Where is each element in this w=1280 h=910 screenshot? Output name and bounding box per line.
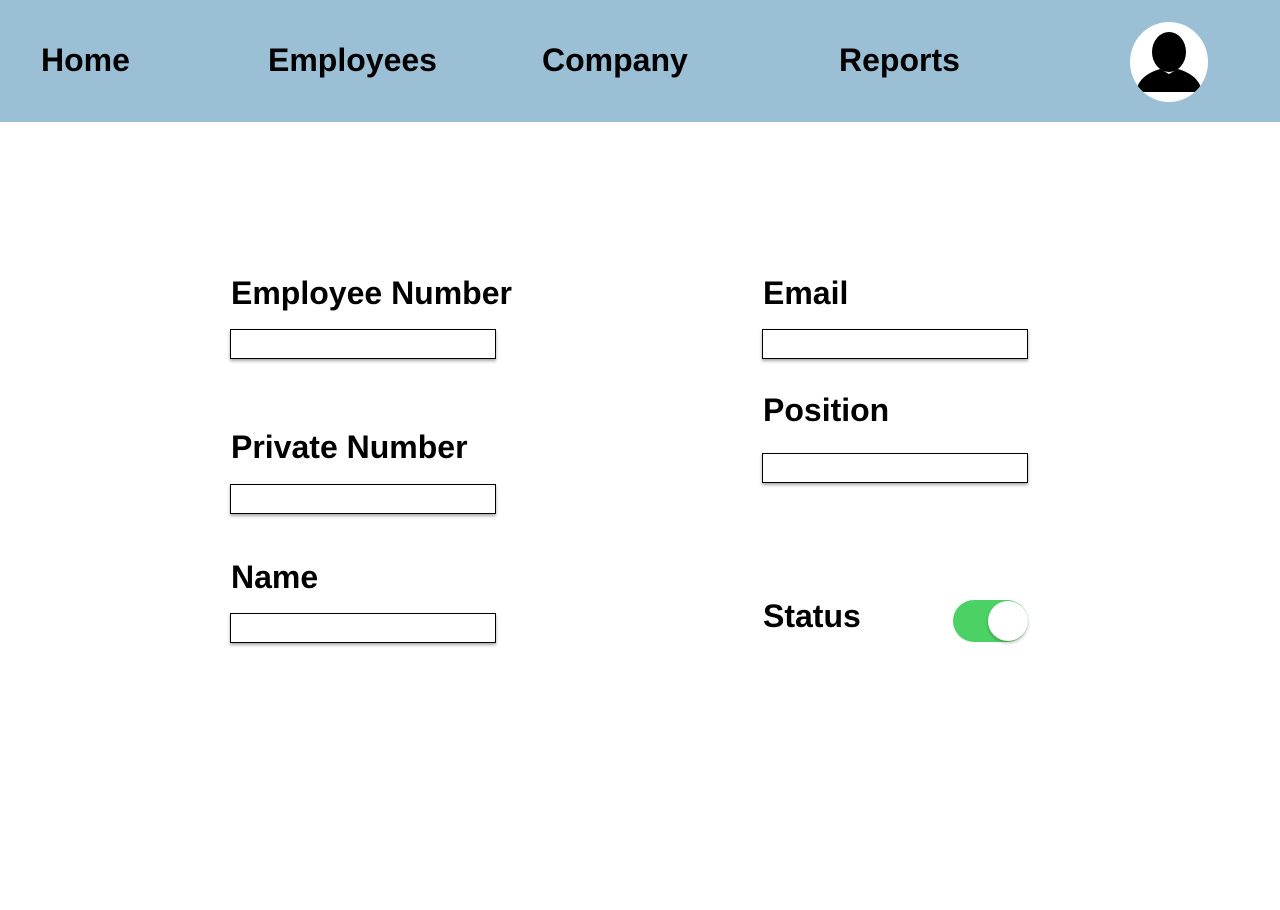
name-input[interactable] — [230, 613, 496, 643]
employee-number-input[interactable] — [230, 329, 496, 359]
nav-reports[interactable]: Reports — [839, 40, 960, 80]
name-label: Name — [231, 559, 319, 595]
nav-company[interactable]: Company — [542, 40, 688, 80]
top-navbar: Home Employees Company Reports — [0, 0, 1280, 122]
email-input[interactable] — [762, 329, 1028, 359]
position-input[interactable] — [762, 453, 1028, 483]
private-number-label: Private Number — [231, 429, 468, 465]
email-label: Email — [763, 275, 849, 311]
nav-employees[interactable]: Employees — [268, 40, 437, 80]
position-label: Position — [763, 392, 890, 428]
status-label: Status — [763, 598, 861, 634]
status-toggle-knob — [988, 601, 1028, 641]
employee-number-label: Employee Number — [231, 275, 512, 311]
status-toggle[interactable] — [953, 600, 1028, 642]
user-silhouette-icon — [1136, 32, 1202, 92]
private-number-input[interactable] — [230, 484, 496, 514]
user-avatar-button[interactable] — [1130, 22, 1208, 102]
nav-home[interactable]: Home — [41, 40, 130, 80]
